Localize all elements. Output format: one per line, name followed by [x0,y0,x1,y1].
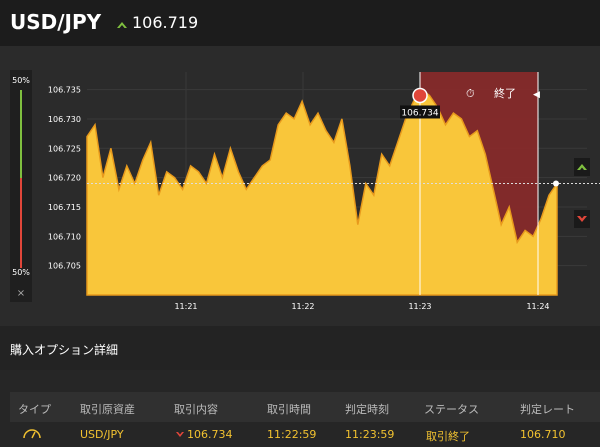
call-button[interactable] [574,158,590,176]
price-chart: 106.735 106.730 106.725 106.720 106.715 106.7… [48,72,600,311]
chevron-up-icon [577,164,587,170]
gauge-icon [23,429,41,439]
x-axis: 11:21 11:22 11:23 11:24 [174,302,549,311]
row-rate: 106.710 [520,428,566,441]
table-row[interactable]: USD/JPY 106.734 11:22:59 11:23:59 取引終了 1… [10,422,600,447]
current-rate-dot [553,180,559,187]
y-tick-label: 106.705 [48,262,81,271]
x-tick-label: 11:24 [526,302,549,311]
col-type: タイプ [18,403,51,416]
down-arrow-icon [176,432,184,437]
entry-marker-icon [412,87,428,104]
expiry-text: 終了 [494,86,516,100]
x-tick-label: 11:21 [174,302,197,311]
col-rate: 判定レート [520,403,575,416]
chevron-left-icon: ◀ [533,90,540,100]
y-tick-label: 106.710 [48,232,81,241]
clock-icon: ⏱ [466,87,475,100]
row-asset: USD/JPY [80,428,124,441]
y-tick-label: 106.720 [48,174,81,183]
table-header: タイプ 取引原資産 取引内容 取引時間 判定時刻 ステータス 判定レート [10,392,600,422]
row-content: 106.734 [187,428,233,441]
y-tick-label: 106.730 [48,115,81,124]
x-tick-label: 11:22 [291,302,314,311]
section-title: 購入オプション詳細 [10,343,119,357]
entry-rate-label: 106.734 [401,108,438,118]
put-button[interactable] [574,210,590,228]
col-status: ステータス [424,403,479,416]
y-tick-label: 106.725 [48,144,81,153]
x-tick-label: 11:23 [408,302,431,311]
y-tick-label: 106.715 [48,203,81,212]
row-judge-time: 11:23:59 [345,428,395,441]
y-axis: 106.735 106.730 106.725 106.720 106.715 106.7… [48,86,81,271]
row-trade-time: 11:22:59 [267,428,317,441]
col-judge-time: 判定時刻 [345,403,389,416]
y-tick-label: 106.735 [48,86,81,95]
col-content: 取引内容 [174,403,218,416]
chevron-down-icon [577,216,587,222]
col-asset: 取引原資産 [80,403,135,416]
row-status: 取引終了 [426,430,470,443]
col-trade-time: 取引時間 [267,403,311,416]
section-bar: 購入オプション詳細 [0,326,600,370]
